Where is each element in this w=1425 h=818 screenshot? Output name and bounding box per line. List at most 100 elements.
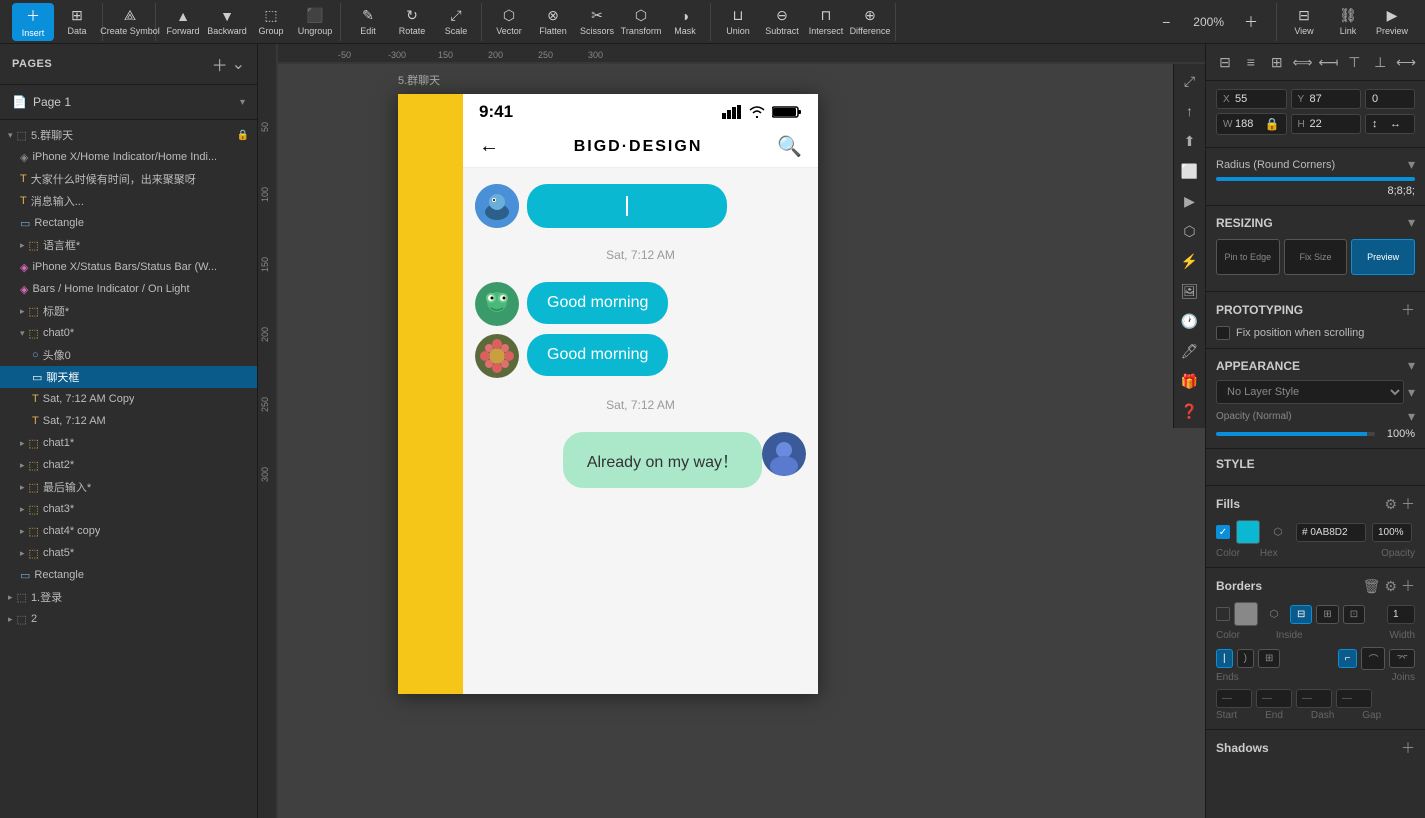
difference-button[interactable]: ⊕ Difference <box>849 3 891 41</box>
layer-style-select[interactable]: No Layer Style <box>1216 380 1404 404</box>
intersect-button[interactable]: ⊓ Intersect <box>805 3 847 41</box>
vector-button[interactable]: ⬡ Vector <box>488 3 530 41</box>
layer-item[interactable]: ▸ ⬚ chat1* <box>0 432 257 454</box>
subtract-button[interactable]: ⊖ Subtract <box>761 3 803 41</box>
lock-icon[interactable]: 🔒 <box>1265 117 1280 131</box>
layer-item[interactable]: ◈ iPhone X/Status Bars/Status Bar (W... <box>0 256 257 278</box>
artboard-item[interactable]: ▾ ⬚ 5.群聊天 🔒 <box>0 124 257 146</box>
layer-item[interactable]: ▸ ⬚ 标题* <box>0 300 257 322</box>
layer-item[interactable]: ▸ ⬚ chat3* <box>0 498 257 520</box>
layer-item[interactable]: ▾ ⬚ chat0* <box>0 322 257 344</box>
x-field[interactable]: X 55 <box>1216 89 1287 109</box>
layer-item[interactable]: ◈ iPhone X/Home Indicator/Home Indi... <box>0 146 257 168</box>
layer-item[interactable]: ▸ ⬚ chat5* <box>0 542 257 564</box>
radius-chevron[interactable]: ▾ <box>1408 156 1415 173</box>
border-center-button[interactable]: ⊞ <box>1316 605 1338 624</box>
layer-item[interactable]: ▭ Rectangle <box>0 212 257 234</box>
transform-button[interactable]: ⬡ Transform <box>620 3 662 41</box>
border-type-icon[interactable]: ⬡ <box>1262 602 1286 626</box>
distribute-even-icon[interactable]: ⟷ <box>1395 50 1417 74</box>
scale-button[interactable]: ⤢ Scale <box>435 3 477 41</box>
bars-home-indicator-item[interactable]: ◈ Bars / Home Indicator / On Light <box>0 278 257 300</box>
fill-hex-input[interactable]: # 0AB8D2 <box>1296 523 1366 542</box>
page-item[interactable]: 📄 Page 1 ▾ <box>0 91 257 113</box>
border-inside-button[interactable]: ⊟ <box>1290 605 1312 624</box>
fill-color-swatch[interactable] <box>1236 520 1260 544</box>
forward-button[interactable]: ▲ Forward <box>162 3 204 41</box>
preview-button[interactable]: ▶ Preview <box>1371 3 1413 41</box>
fill-opacity-input[interactable]: 100% <box>1372 523 1412 542</box>
opacity-chevron[interactable]: ▾ <box>1408 408 1415 425</box>
fill-type-icon[interactable]: ⬡ <box>1266 520 1290 544</box>
union-button[interactable]: ⊔ Union <box>717 3 759 41</box>
create-symbol-button[interactable]: ⟁ Create Symbol <box>109 3 151 41</box>
proto-add-button[interactable]: ＋ <box>1401 300 1415 320</box>
add-page-button[interactable]: ＋ <box>212 52 228 76</box>
back-button[interactable]: ← <box>479 135 499 158</box>
border-ends-round-button[interactable]: ) <box>1237 649 1254 668</box>
mask-button[interactable]: ◑ Mask <box>664 3 706 41</box>
borders-add-button[interactable]: ＋ <box>1401 576 1415 596</box>
border-joins-round-button[interactable]: ⌒ <box>1361 647 1385 670</box>
data-button[interactable]: ⊞ Data <box>56 3 98 41</box>
rotate-button[interactable]: ↻ Rotate <box>391 3 433 41</box>
style-chevron[interactable]: ▾ <box>1408 384 1415 401</box>
resize-box-pin-to-edge[interactable]: Pin to Edge <box>1216 239 1280 275</box>
w-field[interactable]: W 188 🔒 <box>1216 113 1287 135</box>
appearance-chevron[interactable]: ▾ <box>1408 357 1415 374</box>
fills-settings-button[interactable]: ⚙ <box>1384 494 1397 514</box>
align-left-icon[interactable]: ⊟ <box>1214 50 1236 74</box>
y-field[interactable]: Y 87 <box>1291 89 1362 109</box>
fills-add-button[interactable]: ＋ <box>1401 494 1415 514</box>
borders-settings-button[interactable]: ⚙ <box>1384 576 1397 596</box>
resize-box-fix-size[interactable]: Fix Size <box>1284 239 1348 275</box>
layer-item[interactable]: T 大家什么时候有时间，出来聚聚呀 <box>0 168 257 190</box>
zoom-out-button[interactable]: − <box>1145 3 1187 41</box>
align-top-icon[interactable]: ⊤ <box>1343 50 1365 74</box>
angle-field[interactable]: 0 <box>1365 89 1415 109</box>
layer-item[interactable]: ▸ ⬚ chat2* <box>0 454 257 476</box>
resizing-chevron[interactable]: ▾ <box>1408 214 1415 231</box>
backward-button[interactable]: ▼ Backward <box>206 3 248 41</box>
align-center-icon[interactable]: ≡ <box>1240 50 1262 74</box>
resize-box-preview[interactable]: Preview <box>1351 239 1415 275</box>
border-joins-bevel-button[interactable]: ⌤ <box>1389 649 1415 668</box>
align-bottom-icon[interactable]: ⊥ <box>1369 50 1391 74</box>
flip-field[interactable]: ↕ ↔ <box>1365 114 1415 134</box>
opacity-slider[interactable] <box>1216 432 1375 436</box>
view-button[interactable]: ⊟ View <box>1283 3 1325 41</box>
align-right-icon[interactable]: ⊞ <box>1266 50 1288 74</box>
layer-item[interactable]: ○ 头像0 <box>0 344 257 366</box>
border-ends-flat-button[interactable]: | <box>1216 649 1233 668</box>
radius-slider[interactable] <box>1216 177 1415 181</box>
border-width-input[interactable] <box>1387 605 1415 624</box>
layer-item[interactable]: ▸ ⬚ chat4* copy <box>0 520 257 542</box>
border-checkbox[interactable] <box>1216 607 1230 621</box>
insert-button[interactable]: ＋ Insert <box>12 3 54 41</box>
dash-start-input[interactable] <box>1216 689 1252 708</box>
fill-checkbox[interactable]: ✓ <box>1216 525 1230 539</box>
layer-item[interactable]: T Sat, 7:12 AM Copy <box>0 388 257 410</box>
search-button[interactable]: 🔍 <box>777 134 802 159</box>
shadows-add-button[interactable]: ＋ <box>1401 738 1415 758</box>
canvas-area[interactable]: -50 -300 150 200 250 300 50 100 150 200 … <box>258 44 1205 818</box>
dash-gap-input[interactable] <box>1336 689 1372 708</box>
border-color-swatch[interactable] <box>1234 602 1258 626</box>
distribute-h-icon[interactable]: ⟺ <box>1292 50 1314 74</box>
layer-item[interactable]: ▸ ⬚ 2 <box>0 608 257 630</box>
layer-item[interactable]: ▸ ⬚ 语言框* <box>0 234 257 256</box>
edit-button[interactable]: ✎ Edit <box>347 3 389 41</box>
dash-end-input[interactable] <box>1256 689 1292 708</box>
zoom-in-button[interactable]: ＋ <box>1230 3 1272 41</box>
layer-item[interactable]: T Sat, 7:12 AM <box>0 410 257 432</box>
h-field[interactable]: H 22 <box>1291 114 1362 134</box>
borders-delete-button[interactable]: 🗑 <box>1363 576 1381 596</box>
link-button[interactable]: ⛓ Link <box>1327 3 1369 41</box>
layer-item[interactable]: ▸ ⬚ 1.登录 <box>0 586 257 608</box>
group-button[interactable]: ⬚ Group <box>250 3 292 41</box>
pages-menu-button[interactable]: ⌄ <box>232 52 245 76</box>
layer-item[interactable]: ▸ ⬚ 最后输入* <box>0 476 257 498</box>
chat-bubble-layer-item[interactable]: ▭ 聊天框 <box>0 366 257 388</box>
flatten-button[interactable]: ⊗ Flatten <box>532 3 574 41</box>
distribute-v-icon[interactable]: ⟻ <box>1318 50 1340 74</box>
